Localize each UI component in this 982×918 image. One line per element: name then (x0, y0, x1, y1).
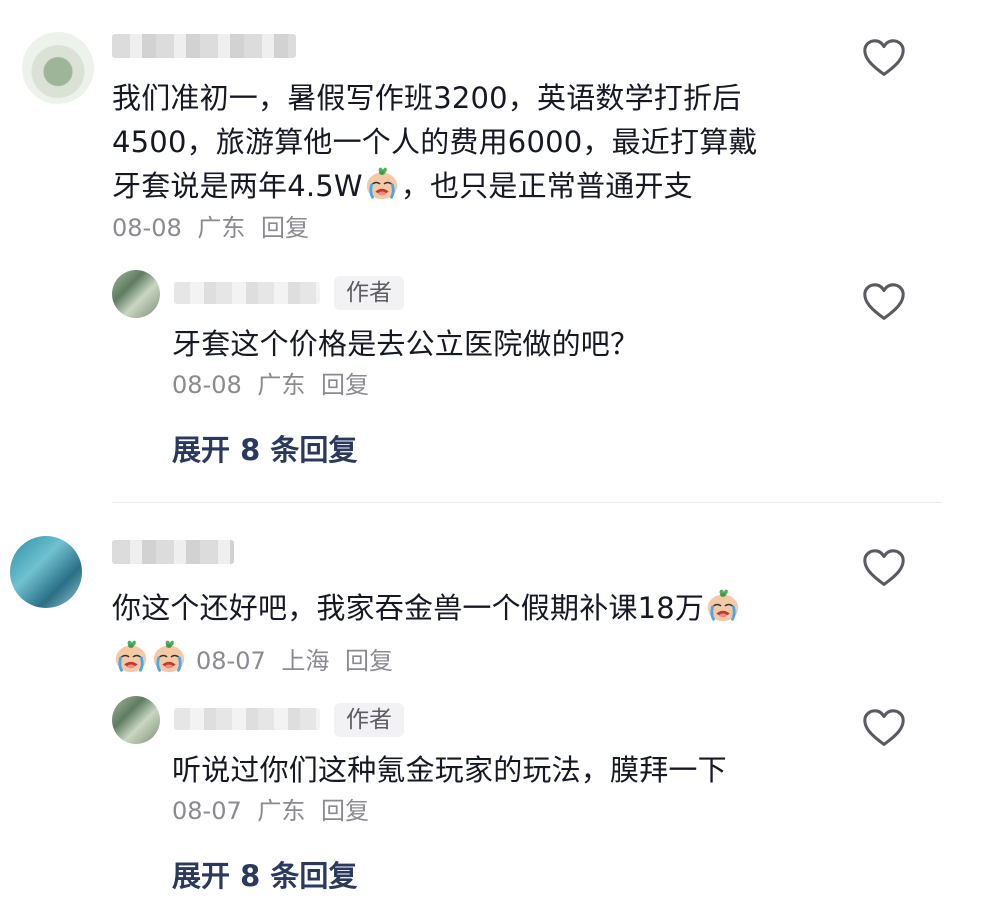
reply-date: 08-08 (172, 371, 242, 399)
comment-text-fragment: 牙套说是两年4.5W (112, 169, 363, 203)
username-blurred[interactable] (112, 34, 296, 58)
comment-date: 08-07 (196, 647, 266, 675)
crying-emoji-icon (112, 637, 150, 675)
reply-meta: 08-07 广东 回复 (172, 795, 377, 827)
crying-emoji-icon (704, 586, 742, 624)
comment-meta: 08-07 上海 回复 (112, 637, 401, 677)
heart-outline-icon[interactable] (861, 280, 907, 326)
comment-text-line: 你这个还好吧，我家吞金兽一个假期补课18万 (112, 586, 742, 630)
divider (112, 502, 942, 503)
author-badge: 作者 (334, 276, 404, 310)
reply-location: 广东 (257, 371, 306, 399)
reply-date: 08-07 (172, 797, 242, 825)
username-blurred[interactable] (112, 540, 234, 564)
reply-text: 听说过你们这种氪金玩家的玩法，膜拜一下 (172, 753, 727, 787)
comment-meta: 08-08 广东 回复 (112, 212, 317, 244)
comment-text-line: 4500，旅游算他一个人的费用6000，最近打算戴 (112, 125, 758, 159)
blurred-avatar[interactable] (22, 32, 94, 104)
username-blurred[interactable] (174, 708, 320, 730)
comment-text-fragment: ，也只是正常普通开支 (400, 169, 693, 203)
heart-outline-icon[interactable] (861, 36, 907, 82)
author-badge: 作者 (334, 703, 404, 737)
heart-outline-icon[interactable] (861, 546, 907, 592)
comment-location: 上海 (281, 647, 330, 675)
expand-replies-button[interactable]: 展开 8 条回复 (172, 853, 357, 895)
username-blurred[interactable] (174, 282, 320, 304)
comment-date: 08-08 (112, 214, 182, 242)
reply-button[interactable]: 回复 (321, 371, 369, 399)
reply-button[interactable]: 回复 (345, 647, 393, 675)
blurred-avatar[interactable] (112, 270, 160, 318)
blurred-avatar[interactable] (10, 536, 82, 608)
crying-emoji-icon (363, 164, 401, 202)
comment-text-line: 牙套说是两年4.5W ，也只是正常普通开支 (112, 164, 693, 208)
comment-location: 广东 (197, 214, 246, 242)
blurred-avatar[interactable] (112, 696, 160, 744)
reply-button[interactable]: 回复 (261, 214, 309, 242)
comment-text-fragment: 你这个还好吧，我家吞金兽一个假期补课18万 (112, 591, 705, 625)
heart-outline-icon[interactable] (861, 706, 907, 752)
reply-meta: 08-08 广东 回复 (172, 369, 377, 401)
comment-text-line: 我们准初一，暑假写作班3200，英语数学打折后 (112, 81, 742, 115)
reply-button[interactable]: 回复 (321, 797, 369, 825)
crying-emoji-icon (150, 637, 188, 675)
reply-text: 牙套这个价格是去公立医院做的吧？ (172, 327, 640, 361)
expand-replies-button[interactable]: 展开 8 条回复 (172, 427, 357, 469)
reply-location: 广东 (257, 797, 306, 825)
